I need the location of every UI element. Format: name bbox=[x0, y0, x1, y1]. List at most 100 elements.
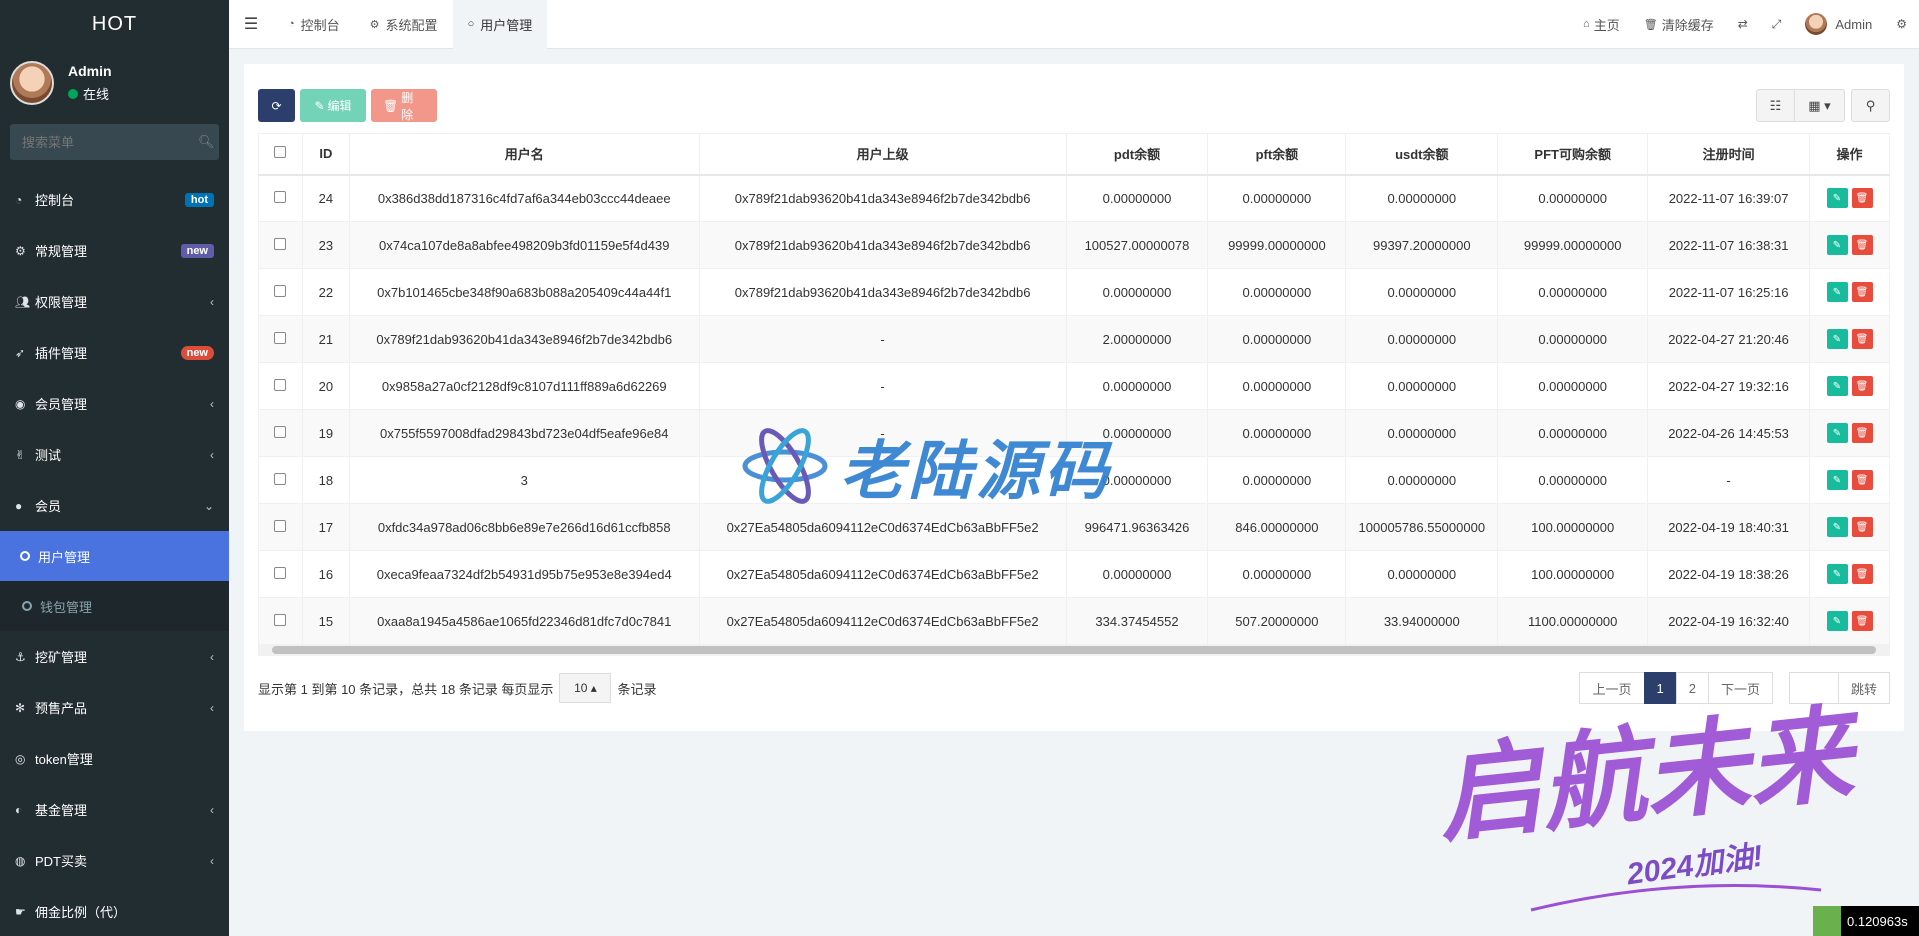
table-row[interactable]: 22 0x7b101465cbe348f90a683b088a205409c44a… bbox=[258, 268, 1890, 316]
refresh-button[interactable]: ⟳ bbox=[258, 89, 295, 122]
toggle-view-button[interactable]: ☷ bbox=[1756, 89, 1795, 122]
row-delete-button[interactable]: 🗑︎ bbox=[1851, 188, 1873, 209]
table-row[interactable]: 16 0xeca9feaa7324df2b54931d95b75e953e8e39… bbox=[258, 550, 1890, 598]
row-checkbox[interactable] bbox=[274, 519, 287, 532]
row-checkbox[interactable] bbox=[274, 284, 287, 297]
row-edit-button[interactable]: ✎ bbox=[1826, 188, 1848, 209]
table-cell: 0.00000000 bbox=[1345, 362, 1499, 410]
row-edit-button[interactable]: ✎ bbox=[1826, 235, 1848, 255]
row-checkbox[interactable] bbox=[274, 472, 287, 485]
column-header[interactable]: PFT可购余额 bbox=[1497, 133, 1649, 176]
row-edit-button[interactable]: ✎ bbox=[1826, 470, 1848, 490]
search-icon[interactable]: 🔍︎ bbox=[198, 134, 215, 150]
table-cell: 24 bbox=[301, 174, 350, 222]
row-delete-button[interactable]: 🗑︎ bbox=[1851, 329, 1873, 349]
sidebar-item-general[interactable]: ⚙ 常规管理 new bbox=[0, 225, 229, 276]
sidebar-item-member-manage[interactable]: ◉ 会员管理 ‹ bbox=[0, 378, 229, 429]
row-delete-button[interactable]: 🗑︎ bbox=[1851, 235, 1873, 255]
sidebar-item-wallet-manage[interactable]: 钱包管理 bbox=[0, 581, 229, 631]
swoosh-decoration bbox=[1530, 884, 1822, 912]
table-row[interactable]: 24 0x386d38dd187316c4fd7af6a344eb03ccc44d… bbox=[258, 174, 1890, 222]
sidebar-item-fund[interactable]: ◐ 基金管理 ‹ bbox=[0, 784, 229, 835]
clear-cache-button[interactable]: 🗑︎ 清除缓存 bbox=[1632, 0, 1726, 49]
table-cell: 0.00000000 bbox=[1345, 268, 1499, 316]
dashboard-icon: ◔ bbox=[15, 192, 23, 207]
row-checkbox[interactable] bbox=[274, 566, 287, 579]
row-edit-button[interactable]: ✎ bbox=[1826, 517, 1848, 537]
sidebar-item-addon[interactable]: ➶ 插件管理 new bbox=[0, 327, 229, 378]
scrollbar-thumb[interactable] bbox=[272, 646, 1876, 654]
row-checkbox[interactable] bbox=[274, 331, 287, 344]
edit-button[interactable]: ✎ 编辑 bbox=[300, 89, 366, 122]
row-edit-button[interactable]: ✎ bbox=[1826, 282, 1848, 302]
column-header[interactable]: pft余额 bbox=[1207, 133, 1347, 176]
column-header[interactable]: pdt余额 bbox=[1065, 133, 1209, 176]
settings-icon[interactable]: ⚙ bbox=[1884, 0, 1919, 49]
language-icon[interactable]: ⇄ bbox=[1726, 0, 1760, 49]
fullscreen-icon[interactable]: ⤢ bbox=[1760, 0, 1794, 49]
sidebar-item-pdt-trade[interactable]: ◍ PDT买卖 ‹ bbox=[0, 835, 229, 886]
row-delete-button[interactable]: 🗑︎ bbox=[1851, 470, 1873, 490]
row-edit-button[interactable]: ✎ bbox=[1826, 423, 1848, 443]
search-button[interactable]: ⚲ bbox=[1851, 89, 1890, 122]
tab-user-manage[interactable]: ○ 用户管理 bbox=[452, 0, 548, 49]
column-header[interactable]: usdt余额 bbox=[1345, 133, 1499, 176]
table-header-row: ID 用户名 用户上级 pdt余额 pft余额 usdt余额 PFT可购余额 注… bbox=[258, 133, 1890, 176]
horizontal-scrollbar[interactable] bbox=[258, 644, 1890, 656]
row-checkbox[interactable] bbox=[274, 378, 287, 391]
chevron-left-icon: ‹ bbox=[210, 649, 214, 664]
anchor-icon: ⚓ bbox=[15, 649, 26, 664]
row-delete-button[interactable]: 🗑︎ bbox=[1851, 517, 1873, 537]
app-logo[interactable]: HOT bbox=[0, 0, 229, 48]
home-link[interactable]: ⌂ 主页 bbox=[1571, 0, 1632, 49]
table-cell: 846.00000000 bbox=[1207, 503, 1347, 551]
sidebar-item-presale[interactable]: ✻ 预售产品 ‹ bbox=[0, 682, 229, 733]
row-edit-button[interactable]: ✎ bbox=[1826, 611, 1848, 631]
select-all-checkbox[interactable] bbox=[274, 146, 287, 159]
row-checkbox[interactable] bbox=[274, 613, 287, 626]
table-cell: 100527.00000078 bbox=[1065, 221, 1209, 269]
table-row[interactable]: 21 0x789f21dab93620b41da343e8946f2b7de342… bbox=[258, 315, 1890, 363]
table-row[interactable]: 23 0x74ca107de8a8abfee498209b3fd01159e5f4… bbox=[258, 221, 1890, 269]
row-delete-button[interactable]: 🗑︎ bbox=[1851, 611, 1873, 631]
sidebar-item-user-manage[interactable]: 用户管理 bbox=[0, 531, 229, 581]
table-row[interactable]: 15 0xaa8a1945a4586ae1065fd22346d81dfc7d0c… bbox=[258, 597, 1890, 645]
row-checkbox[interactable] bbox=[274, 237, 287, 250]
menu-toggle-icon[interactable]: ☰ bbox=[229, 14, 273, 34]
row-checkbox[interactable] bbox=[274, 425, 287, 438]
menu-search-input[interactable] bbox=[22, 134, 198, 150]
sidebar-item-mining[interactable]: ⚓ 挖矿管理 ‹ bbox=[0, 631, 229, 682]
column-header[interactable]: 用户上级 bbox=[698, 133, 1067, 176]
avatar bbox=[1805, 13, 1828, 35]
row-delete-button[interactable]: 🗑︎ bbox=[1851, 376, 1873, 396]
table-cell: 0.00000000 bbox=[1207, 456, 1347, 504]
row-actions: ✎ 🗑︎ bbox=[1809, 362, 1890, 410]
row-edit-button[interactable]: ✎ bbox=[1826, 329, 1848, 349]
column-header[interactable]: 注册时间 bbox=[1647, 133, 1811, 176]
column-header[interactable]: 用户名 bbox=[348, 133, 700, 176]
sidebar-item-auth[interactable]: 👥︎ 权限管理 ‹ bbox=[0, 276, 229, 327]
columns-button[interactable]: ▦ ▾ bbox=[1795, 89, 1845, 122]
sidebar-item-token[interactable]: ◎ token管理 bbox=[0, 733, 229, 784]
chrome-icon: ◎ bbox=[15, 751, 26, 766]
table-cell: 17 bbox=[301, 503, 350, 551]
row-delete-button[interactable]: 🗑︎ bbox=[1851, 423, 1873, 443]
row-delete-button[interactable]: 🗑︎ bbox=[1851, 564, 1873, 584]
table-cell: 0x27Ea54805da6094112eC0d6374EdCb63aBbFF5… bbox=[698, 597, 1067, 645]
page-size-select[interactable]: 10 ▴ bbox=[559, 673, 612, 703]
sidebar-item-commission[interactable]: ☛ 佣金比例（代） bbox=[0, 886, 229, 936]
column-header[interactable]: ID bbox=[301, 133, 350, 176]
table-row[interactable]: 20 0x9858a27a0cf2128df9c8107d111ff889a6d6… bbox=[258, 362, 1890, 410]
delete-button[interactable]: 🗑︎ 删除 bbox=[371, 89, 437, 122]
row-actions: ✎ 🗑︎ bbox=[1809, 268, 1890, 316]
row-delete-button[interactable]: 🗑︎ bbox=[1851, 282, 1873, 302]
row-checkbox[interactable] bbox=[274, 190, 287, 203]
row-edit-button[interactable]: ✎ bbox=[1826, 564, 1848, 584]
sidebar-item-dashboard[interactable]: ◔ 控制台 hot bbox=[0, 174, 229, 225]
row-edit-button[interactable]: ✎ bbox=[1826, 376, 1848, 396]
admin-menu[interactable]: Admin bbox=[1793, 0, 1884, 49]
tab-system-config[interactable]: ⚙ 系统配置 bbox=[355, 0, 453, 49]
sidebar-item-member[interactable]: ● 会员 ⌄ bbox=[0, 480, 229, 531]
sidebar-item-test[interactable]: ✌ 测试 ‹ bbox=[0, 429, 229, 480]
tab-dashboard[interactable]: ◔ 控制台 bbox=[273, 0, 355, 49]
